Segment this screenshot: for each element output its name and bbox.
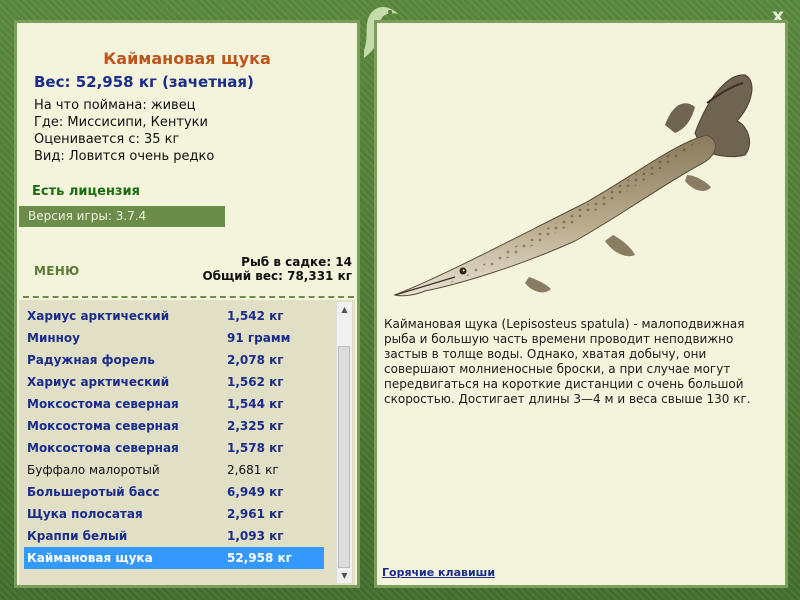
scroll-down-arrow-icon[interactable]: ▼ — [337, 568, 352, 583]
catch-fish-name: Радужная форель — [27, 353, 155, 367]
fish-info-panel: Каймановая щука Вес: 52,958 кг (зачетная… — [14, 20, 360, 588]
catch-fish-weight: 1,562 кг — [227, 375, 284, 389]
catch-fish-weight: 1,093 кг — [227, 529, 284, 543]
catch-fish-name: Моксостома северная — [27, 397, 179, 411]
catch-fish-weight: 2,961 кг — [227, 507, 284, 521]
catch-fish-name: Моксостома северная — [27, 441, 179, 455]
catch-list-row[interactable]: Щука полосатая 2,961 кг — [24, 503, 324, 525]
catch-list-row[interactable]: Радужная форель 2,078 кг — [24, 349, 324, 371]
catch-fish-weight: 2,078 кг — [227, 353, 284, 367]
catch-list-row[interactable]: Моксостома северная 1,578 кг — [24, 437, 324, 459]
fish-detail-panel: Каймановая щука (Lepisosteus spatula) - … — [374, 20, 788, 588]
fish-description: Каймановая щука (Lepisosteus spatula) - … — [384, 317, 751, 406]
catch-fish-weight: 1,578 кг — [227, 441, 284, 455]
catch-fish-name: Хариус арктический — [27, 309, 170, 323]
list-scrollbar[interactable]: ▲ ▼ — [336, 302, 352, 583]
catch-fish-weight: 6,949 кг — [227, 485, 284, 499]
catch-fish-weight: 52,958 кг — [227, 551, 292, 565]
catch-list-row[interactable]: Хариус арктический 1,542 кг — [24, 305, 324, 327]
fish-weight: Вес: 52,958 кг (зачетная) — [34, 73, 254, 91]
rating-info: Оценивается с: 35 кг — [34, 132, 180, 147]
catch-fish-name: Большеротый басс — [27, 485, 160, 499]
catch-list-row[interactable]: Краппи белый 1,093 кг — [24, 525, 324, 547]
tank-stats: Рыб в садке: 14 Общий вес: 78,331 кг — [202, 255, 352, 283]
catch-fish-name: Щука полосатая — [27, 507, 143, 521]
menu-button[interactable]: МЕНЮ — [34, 264, 79, 278]
hotkeys-link[interactable]: Горячие клавиши — [382, 566, 495, 579]
catch-fish-weight: 2,325 кг — [227, 419, 284, 433]
catch-fish-name: Буффало малоротый — [27, 463, 160, 477]
catch-fish-weight: 1,544 кг — [227, 397, 284, 411]
license-status: Есть лицензия — [32, 184, 140, 199]
catch-list-row[interactable]: Хариус арктический 1,562 кг — [24, 371, 324, 393]
catch-fish-weight: 1,542 кг — [227, 309, 284, 323]
catch-fish-weight: 91 грамм — [227, 331, 291, 345]
scroll-up-arrow-icon[interactable]: ▲ — [337, 302, 352, 317]
tank-total-weight: Общий вес: 78,331 кг — [202, 269, 352, 283]
catch-fish-name: Хариус арктический — [27, 375, 170, 389]
catch-list-row[interactable]: Минноу 91 грамм — [24, 327, 324, 349]
catch-fish-weight: 2,681 кг — [227, 463, 279, 477]
catch-list-row[interactable]: Буффало малоротый 2,681 кг — [24, 459, 324, 481]
catch-fish-name: Моксостома северная — [27, 419, 179, 433]
tank-fish-count: Рыб в садке: 14 — [241, 255, 352, 269]
bait-info: На что поймана: живец — [34, 98, 196, 113]
alligator-gar-image — [393, 74, 753, 297]
rarity-info: Вид: Ловится очень редко — [34, 149, 215, 164]
catch-fish-name: Каймановая щука — [27, 551, 153, 565]
scroll-thumb[interactable] — [338, 346, 350, 568]
version-bar: Версия игры: 3.7.4 — [19, 206, 225, 227]
catch-list-row[interactable]: Моксостома северная 1,544 кг — [24, 393, 324, 415]
catch-list-row[interactable]: Моксостома северная 2,325 кг — [24, 415, 324, 437]
catch-fish-name: Минноу — [27, 331, 80, 345]
fish-title: Каймановая щука — [103, 49, 271, 68]
catch-list-row[interactable]: Каймановая щука 52,958 кг — [24, 547, 324, 569]
divider — [23, 296, 354, 298]
catch-list-row[interactable]: Большеротый басс 6,949 кг — [24, 481, 324, 503]
catch-fish-name: Краппи белый — [27, 529, 128, 543]
location-info: Где: Миссисипи, Кентуки — [34, 115, 208, 130]
catch-list: Хариус арктический 1,542 кг Минноу 91 грамм… — [19, 300, 355, 585]
